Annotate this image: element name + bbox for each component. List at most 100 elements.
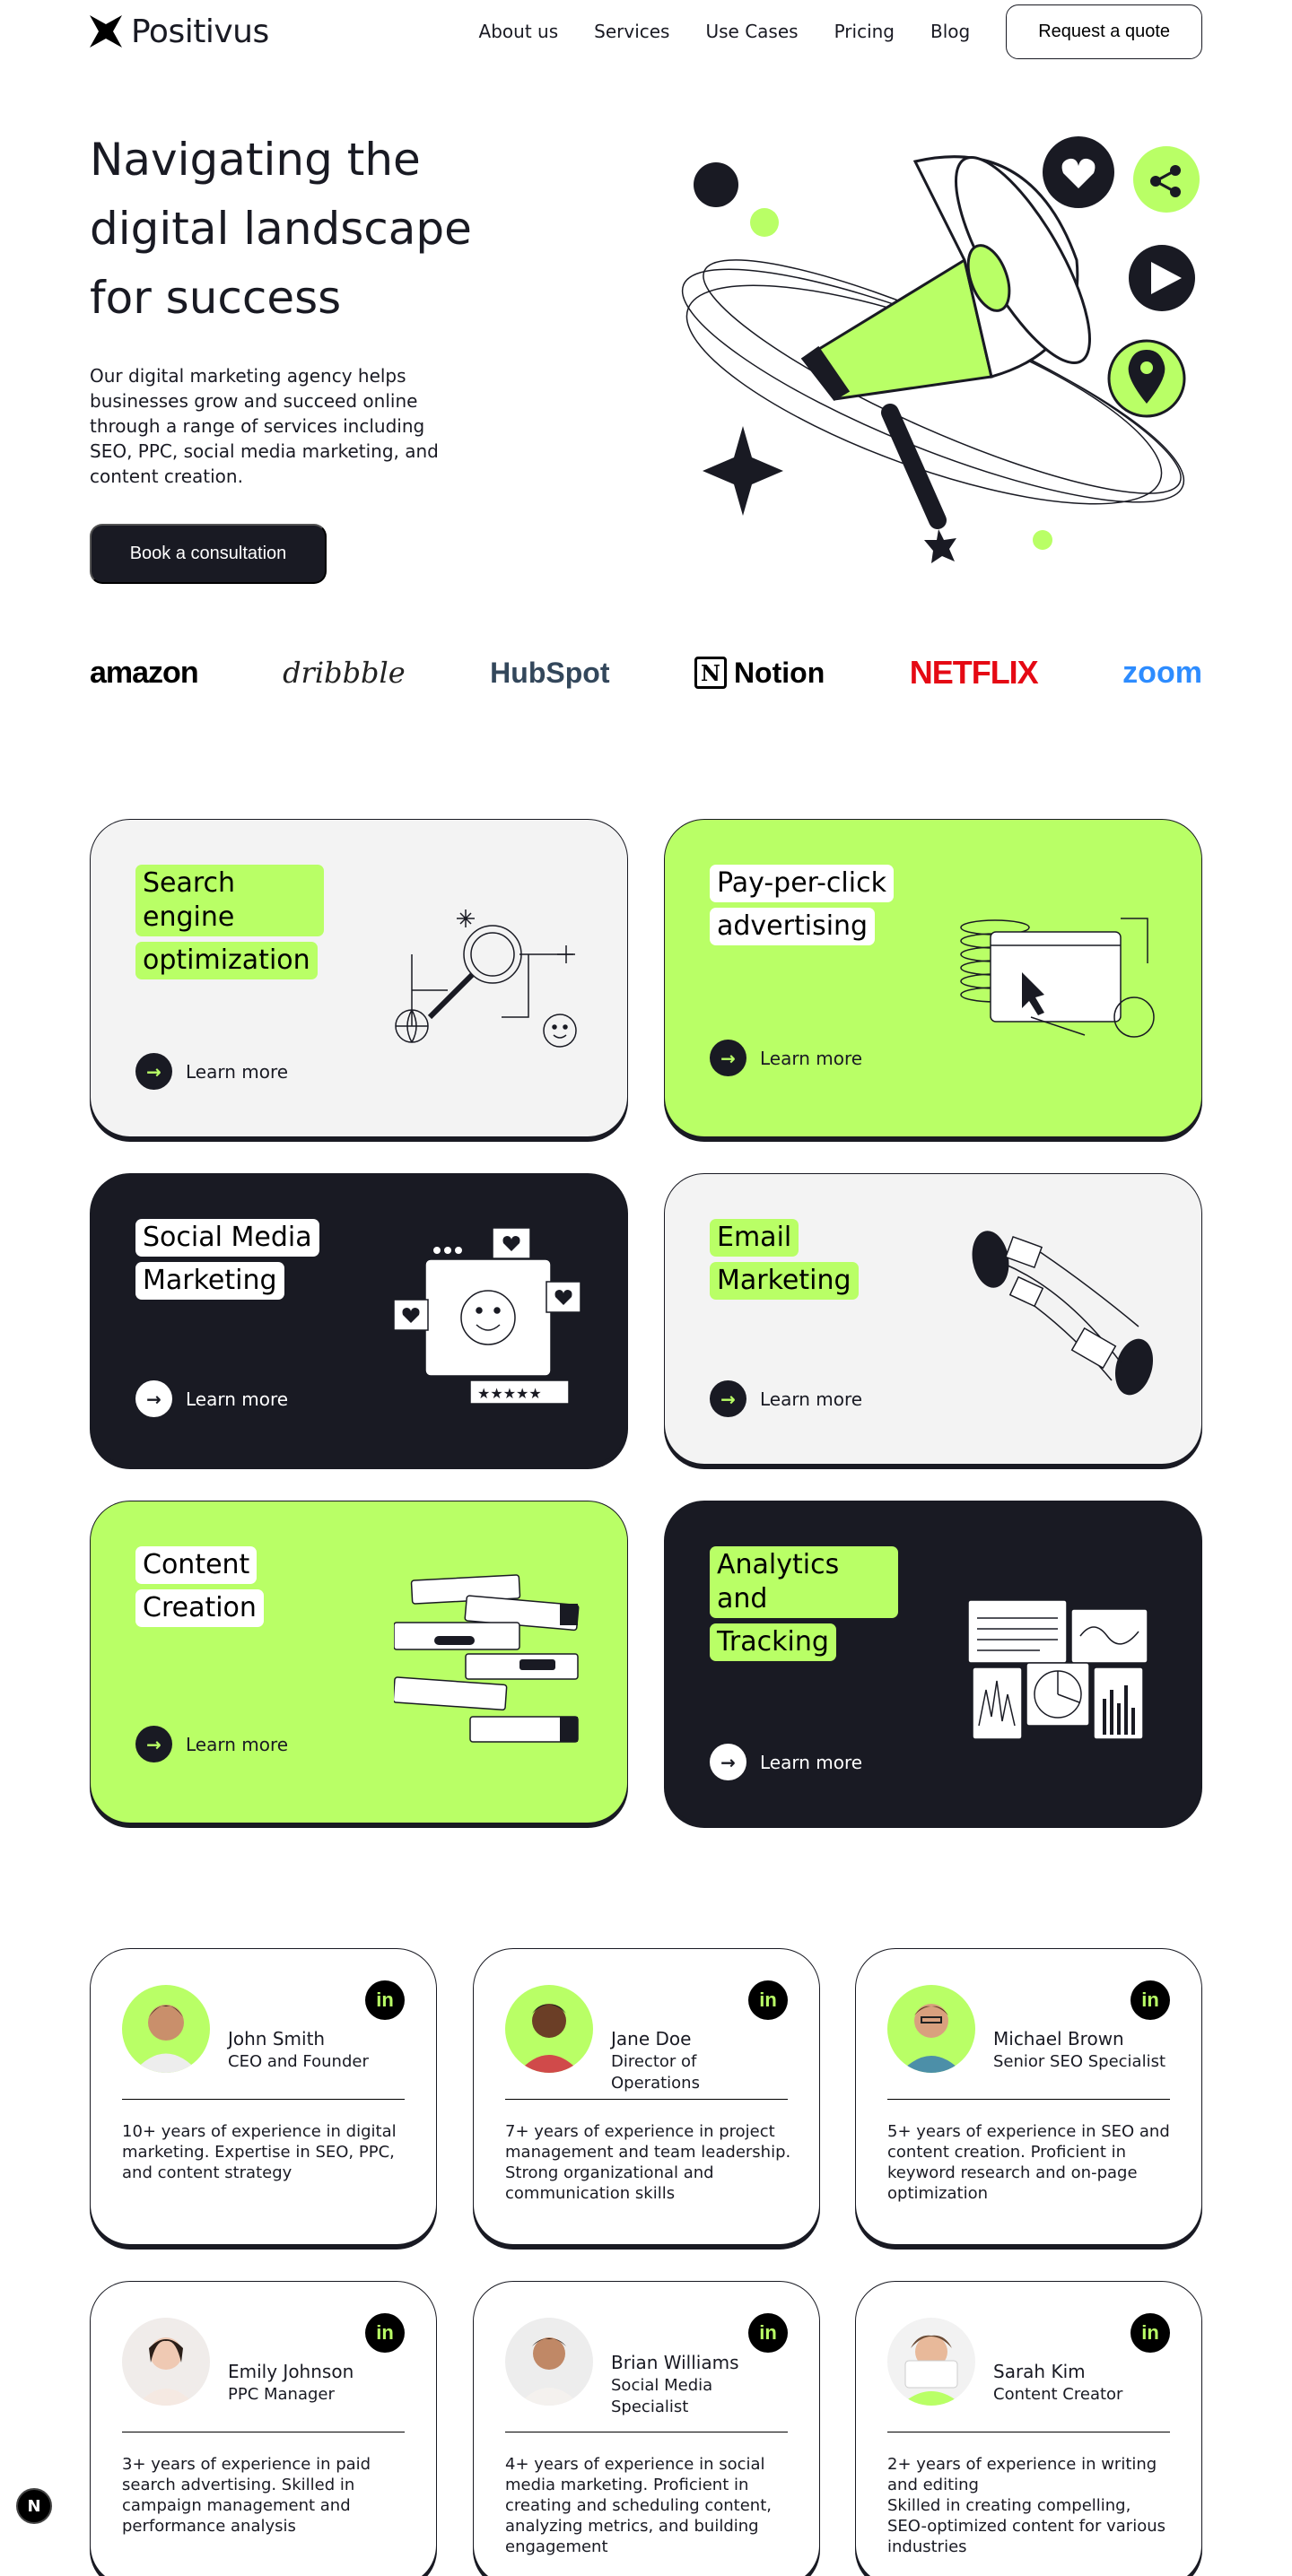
linkedin-icon[interactable]: in	[748, 1980, 788, 2020]
divider	[122, 2099, 405, 2100]
arrow-icon: →	[710, 1380, 746, 1417]
logo[interactable]: Positivus	[90, 13, 269, 50]
member-bio: 7+ years of experience in project manage…	[505, 2122, 791, 2203]
zoom-logo: zoom	[1122, 655, 1202, 690]
member-bio: 2+ years of experience in writing and ed…	[887, 2455, 1165, 2556]
team-member-card: in Emily Johnson PPC Manager 3+ years of…	[90, 2281, 437, 2576]
social-phone-illustration: ★★★★★	[394, 1228, 581, 1405]
service-title-line: Email	[710, 1219, 799, 1257]
member-name: Michael Brown	[993, 2028, 1124, 2049]
service-title-line: Marketing	[710, 1262, 859, 1300]
member-name: John Smith	[228, 2028, 326, 2049]
hero-title: Navigating the digital landscape for suc…	[90, 134, 472, 324]
learn-more-label: Learn more	[186, 1388, 289, 1410]
avatar	[122, 1985, 210, 2073]
learn-more-label: Learn more	[760, 1388, 863, 1410]
service-card-analytics: Analytics and Tracking → Learn more	[664, 1501, 1202, 1823]
learn-more-link[interactable]: → Learn more	[710, 1744, 862, 1780]
team-member-card: in Sarah Kim Content Creator 2+ years of…	[855, 2281, 1202, 2576]
nav-link-pricing[interactable]: Pricing	[834, 21, 895, 42]
service-card-social: Social Media Marketing → Learn more ★★★★…	[90, 1173, 628, 1465]
member-role: Director of Operations	[611, 2052, 700, 2093]
service-title-line: Pay-per-click	[710, 865, 894, 902]
service-card-ppc: Pay-per-click advertising → Learn more	[664, 819, 1202, 1137]
avatar	[887, 1985, 975, 2073]
top-nav: Positivus About us Services Use Cases Pr…	[90, 0, 1202, 63]
service-card-content: Content Creation → Learn more	[90, 1501, 628, 1823]
divider	[887, 2099, 1170, 2100]
amazon-logo: amazon	[90, 655, 199, 690]
avatar	[505, 1985, 593, 2073]
service-title-line: Marketing	[135, 1262, 284, 1300]
learn-more-link[interactable]: → Learn more	[135, 1053, 288, 1090]
service-title: Email Marketing	[710, 1219, 859, 1300]
megaphone-illustration	[681, 136, 1200, 563]
book-consultation-button[interactable]: Book a consultation	[90, 524, 327, 584]
nav-links: About us Services Use Cases Pricing Blog…	[479, 4, 1202, 59]
service-title-line: Tracking	[710, 1623, 836, 1661]
linkedin-icon[interactable]: in	[365, 1980, 405, 2020]
notion-logo: N Notion	[694, 657, 825, 690]
nav-link-use-cases[interactable]: Use Cases	[705, 21, 798, 42]
service-title: Pay-per-click advertising	[710, 865, 894, 945]
nav-link-services[interactable]: Services	[594, 21, 669, 42]
service-title-line: advertising	[710, 908, 876, 945]
member-role: PPC Manager	[228, 2385, 335, 2404]
service-title-line: Search engine	[135, 865, 324, 936]
service-title: Social Media Marketing	[135, 1219, 319, 1300]
service-title-line: Social Media	[135, 1219, 319, 1257]
avatar	[122, 2318, 210, 2406]
notion-icon: N	[694, 657, 727, 689]
learn-more-link[interactable]: → Learn more	[710, 1380, 862, 1417]
avatar	[505, 2318, 593, 2406]
arrow-icon: →	[710, 1040, 746, 1076]
learn-more-label: Learn more	[186, 1060, 289, 1083]
avatar	[887, 2318, 975, 2406]
member-name: Jane Doe	[611, 2028, 692, 2049]
svg-text:★★★★★: ★★★★★	[477, 1385, 542, 1402]
team-member-card: in Jane Doe Director of Operations 7+ ye…	[473, 1948, 820, 2245]
service-title-line: Analytics and	[710, 1546, 898, 1618]
arrow-icon: →	[135, 1053, 172, 1090]
analytics-dashboard-illustration	[968, 1599, 1148, 1740]
member-role: Social Media Specialist	[611, 2376, 713, 2416]
dribbble-logo: dribbble	[283, 656, 406, 690]
team-member-card: in Michael Brown Senior SEO Specialist 5…	[855, 1948, 1202, 2245]
member-bio: 5+ years of experience in SEO and conten…	[887, 2122, 1170, 2203]
member-role: Content Creator	[993, 2385, 1123, 2404]
learn-more-label: Learn more	[760, 1751, 863, 1773]
learn-more-link[interactable]: → Learn more	[135, 1726, 288, 1762]
learn-more-link[interactable]: → Learn more	[710, 1040, 862, 1076]
linkedin-icon[interactable]: in	[748, 2313, 788, 2353]
netflix-logo: NETFLIX	[909, 654, 1039, 691]
seo-magnifier-illustration	[395, 909, 577, 1048]
linkedin-icon[interactable]: in	[1130, 2313, 1170, 2353]
logo-star-icon	[90, 15, 122, 48]
arrow-icon: →	[135, 1380, 172, 1417]
hubspot-logo: HubSpot	[490, 656, 610, 689]
linkedin-icon[interactable]: in	[365, 2313, 405, 2353]
nav-link-blog[interactable]: Blog	[930, 21, 970, 42]
service-title: Content Creation	[135, 1546, 264, 1627]
divider	[505, 2099, 788, 2100]
member-name: Sarah Kim	[993, 2361, 1086, 2382]
linkedin-icon[interactable]: in	[1130, 1980, 1170, 2020]
team-member-card: in Brian Williams Social Media Specialis…	[473, 2281, 820, 2576]
share-bubble-icon	[1133, 146, 1200, 213]
content-windows-illustration	[394, 1574, 580, 1743]
learn-more-link[interactable]: → Learn more	[135, 1380, 288, 1417]
arrow-icon: →	[135, 1726, 172, 1762]
member-role: CEO and Founder	[228, 2052, 369, 2071]
member-name: Brian Williams	[611, 2352, 739, 2373]
service-title-line: Content	[135, 1546, 258, 1584]
learn-more-label: Learn more	[186, 1733, 289, 1755]
notion-wordmark: Notion	[733, 656, 825, 689]
nextjs-badge[interactable]: N	[16, 2488, 52, 2524]
member-role: Senior SEO Specialist	[993, 2052, 1166, 2071]
arrow-icon: →	[710, 1744, 746, 1780]
request-quote-button[interactable]: Request a quote	[1006, 4, 1202, 59]
learn-more-label: Learn more	[760, 1047, 863, 1069]
ppc-click-illustration	[960, 918, 1155, 1038]
email-envelopes-illustration	[972, 1231, 1154, 1396]
nav-link-about[interactable]: About us	[479, 21, 559, 42]
